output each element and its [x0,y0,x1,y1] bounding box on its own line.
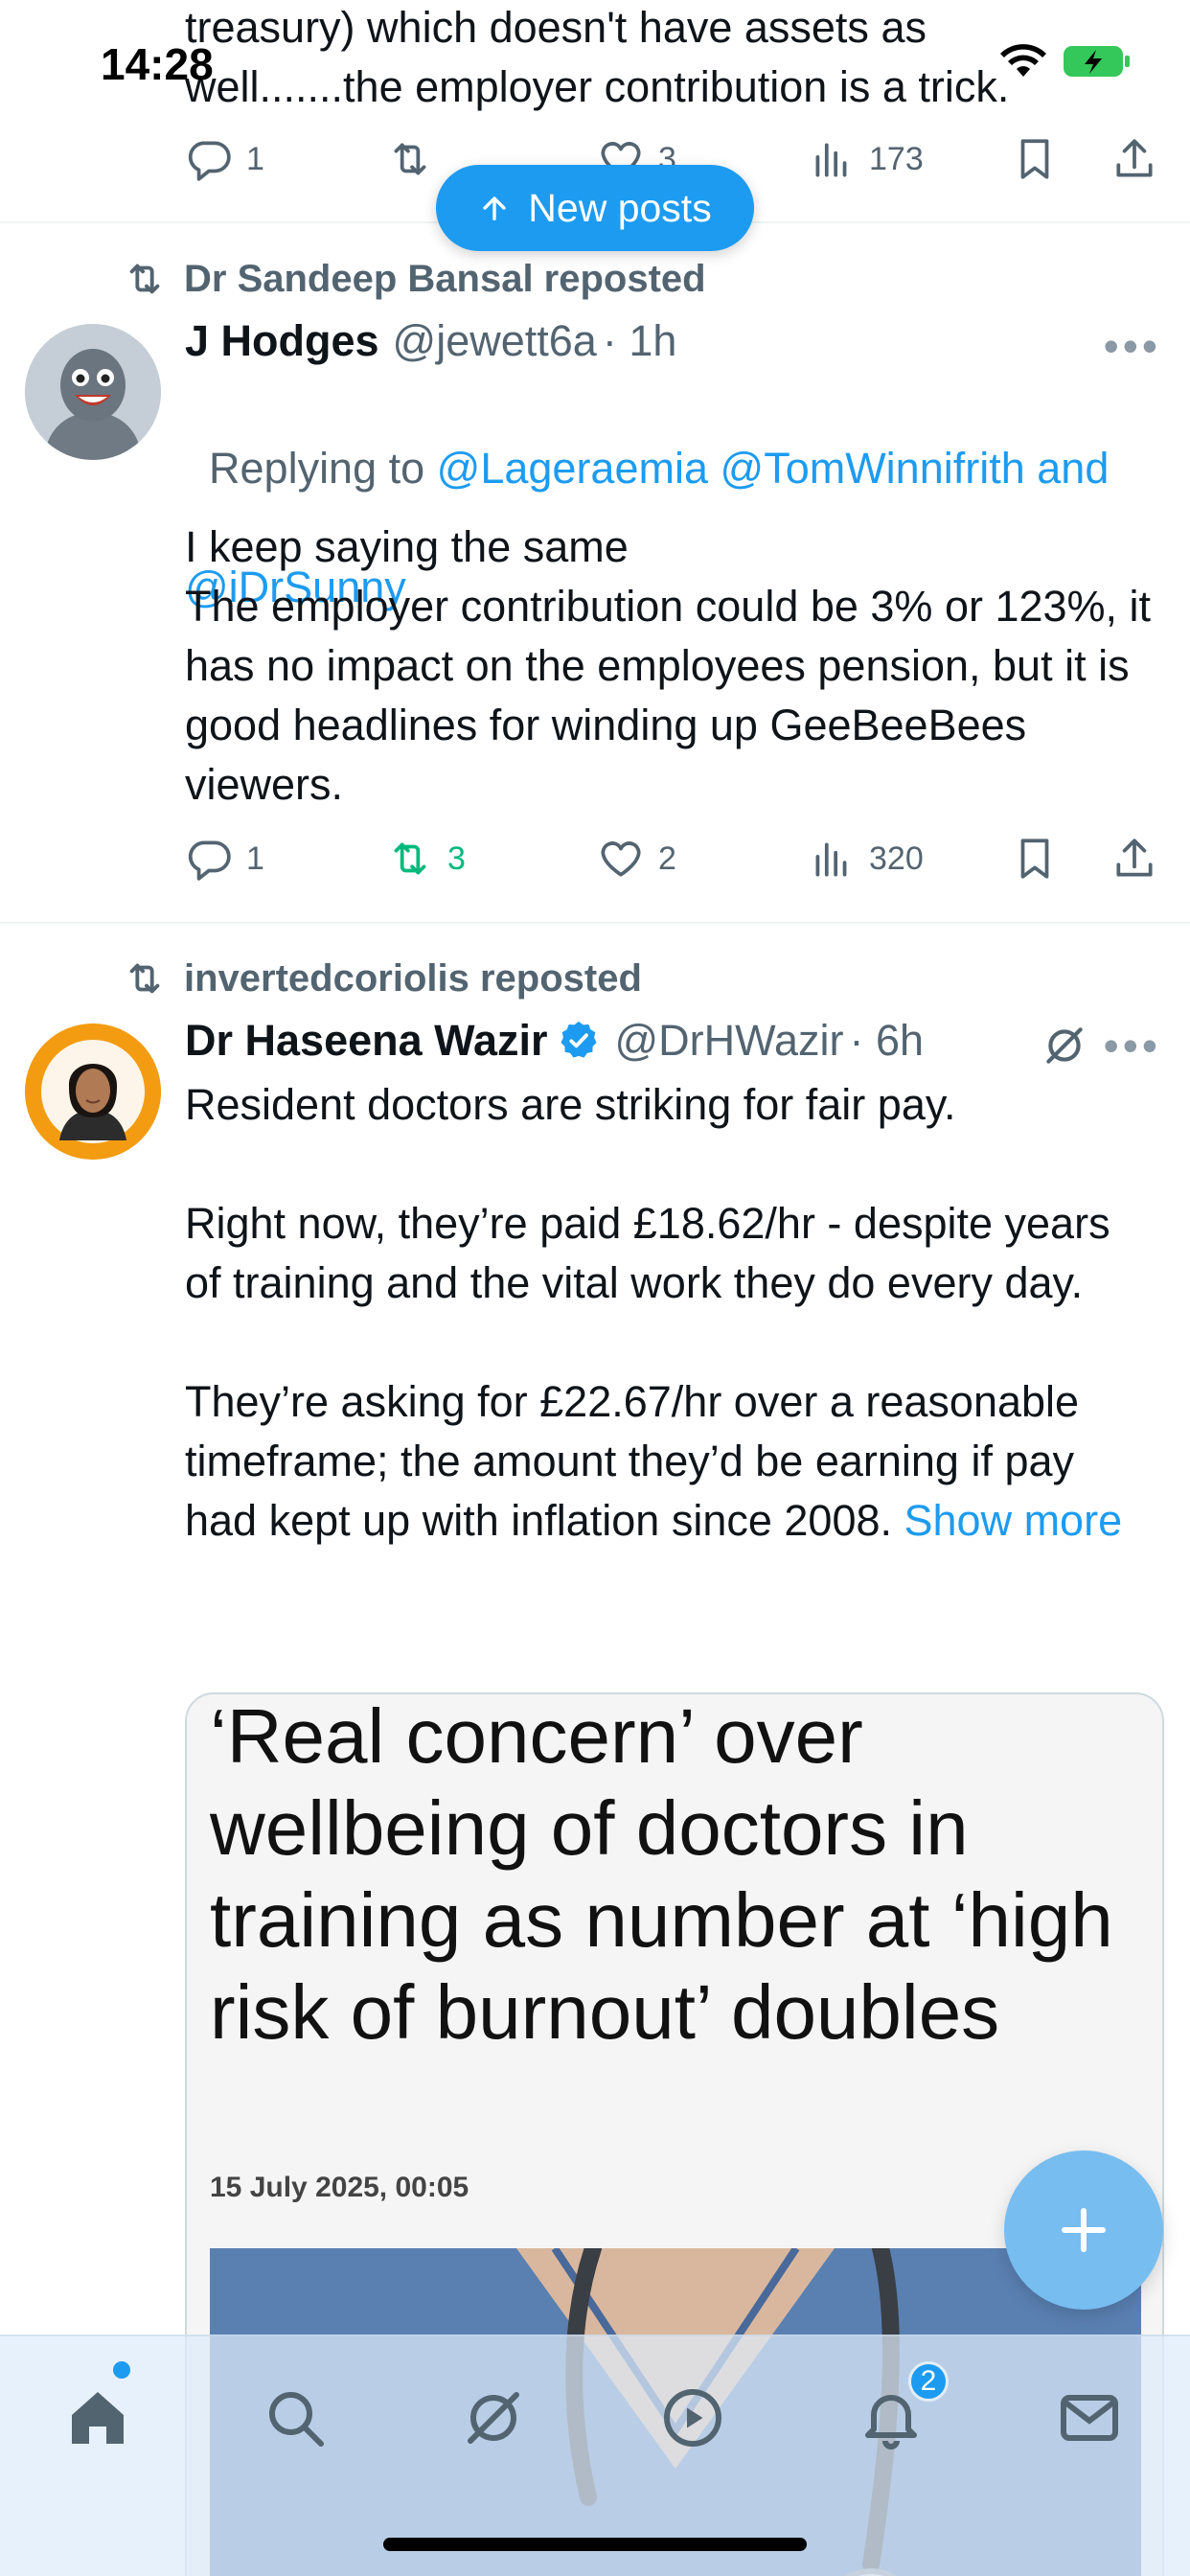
tweet1-actions: 1 3 2 320 [185,830,1153,887]
share-icon [1116,839,1153,877]
tweet2-avatar[interactable] [25,1024,161,1160]
like-count: 2 [658,840,676,877]
reply-count: 1 [246,140,264,177]
tweet1-author-handle[interactable]: @jewett6a [393,316,597,366]
repost-button[interactable] [386,135,434,183]
reply-icon [188,840,231,881]
tweet1-author-name[interactable]: J Hodges [185,316,379,366]
tab-video[interactable] [650,2375,736,2461]
share-icon [1116,139,1153,177]
tweet1-text: I keep saying the same The employer cont… [185,522,1152,809]
like-icon [601,841,641,877]
tweet1-reposted-by: Dr Sandeep Bansal reposted [184,257,706,300]
compose-plus-icon [1062,2208,1106,2252]
home-icon [72,2392,124,2444]
views-count: 173 [869,140,924,177]
divider [0,922,1190,924]
search-icon [269,2392,324,2447]
repost-icon [394,143,426,175]
prev-tweet-line-2: well.......the employer contribution is … [185,62,1010,111]
repost-icon [129,264,160,294]
share-button[interactable] [1110,135,1158,183]
tweet2-repost-context[interactable]: invertedcoriolis reposted [123,956,642,1000]
tweet2-author-handle[interactable]: @DrHWazir [614,1016,843,1066]
views-button[interactable]: 320 [808,835,924,883]
repost-button[interactable]: 3 [386,835,466,883]
avatar-image [25,1024,161,1160]
tweet1-more-icon[interactable]: ••• [1104,320,1161,372]
replying-and[interactable]: and [1037,444,1109,493]
mention-link[interactable]: @Lageraemia [437,444,708,493]
bookmark-icon [1020,839,1049,879]
reply-button[interactable]: 1 [185,135,264,183]
show-more-link[interactable]: Show more [904,1496,1123,1545]
repost-count: 3 [447,840,466,877]
tweet1-avatar[interactable] [25,324,161,460]
notification-badge: 2 [908,2361,949,2402]
messages-icon [1061,2395,1118,2441]
tweet2-time: · 6h [849,1016,925,1065]
views-count: 320 [869,840,924,877]
bookmark-button[interactable] [1011,135,1059,183]
views-button[interactable]: 173 [808,135,924,183]
repost-icon [129,963,160,994]
tweet2-text: Resident doctors are striking for fair p… [185,1075,1153,1551]
new-posts-label: New posts [528,185,712,230]
share-button[interactable] [1110,835,1158,883]
tweet2-body: Resident doctors are striking for fair p… [185,1080,1110,1545]
prev-tweet-text: treasury) which doesn't have assets as w… [185,0,1143,117]
home-indicator [383,2538,807,2551]
bookmark-button[interactable] [1011,835,1059,883]
tweet1-time: · 1h [602,316,677,365]
views-icon [815,143,847,177]
home-unread-dot [113,2361,130,2379]
compose-button[interactable] [1004,2150,1163,2310]
tab-grok[interactable] [450,2375,537,2461]
replying-prefix: Replying to [209,444,437,493]
tab-messages[interactable] [1046,2375,1133,2461]
reply-button[interactable]: 1 [185,835,264,883]
bookmark-icon [1020,139,1049,179]
avatar-image [25,324,161,460]
tab-search[interactable] [252,2375,338,2461]
tab-home[interactable] [55,2375,141,2461]
tweet1-header: J Hodges @jewett6a · 1h [185,316,676,366]
verified-icon [561,1021,598,1058]
reply-icon [188,141,231,181]
grok-icon[interactable] [1041,1022,1088,1070]
repost-icon [394,842,426,875]
video-icon [664,2389,721,2447]
mention-link[interactable]: @TomWinnifrith [721,444,1025,493]
prev-tweet-line-1: treasury) which doesn't have assets as [185,3,927,52]
tweet2-reposted-by: invertedcoriolis reposted [184,956,642,1000]
tweet2-more-icon[interactable]: ••• [1104,1020,1161,1071]
like-button[interactable]: 2 [597,835,676,883]
tweet1-repost-context[interactable]: Dr Sandeep Bansal reposted [123,257,706,301]
tweet2-author-name[interactable]: Dr Haseena Wazir [185,1016,547,1066]
new-posts-button[interactable]: New posts [436,165,754,251]
card-headline: ‘Real concern’ over wellbeing of doctors… [210,1693,1113,2055]
arrow-up-icon [483,196,506,221]
card-date: 15 July 2025, 00:05 [210,2172,469,2203]
reply-count: 1 [246,840,264,877]
views-icon [815,842,847,877]
tweet2-header: Dr Haseena Wazir @DrHWazir · 6h [185,1016,924,1066]
grok-tab-icon [468,2392,519,2444]
